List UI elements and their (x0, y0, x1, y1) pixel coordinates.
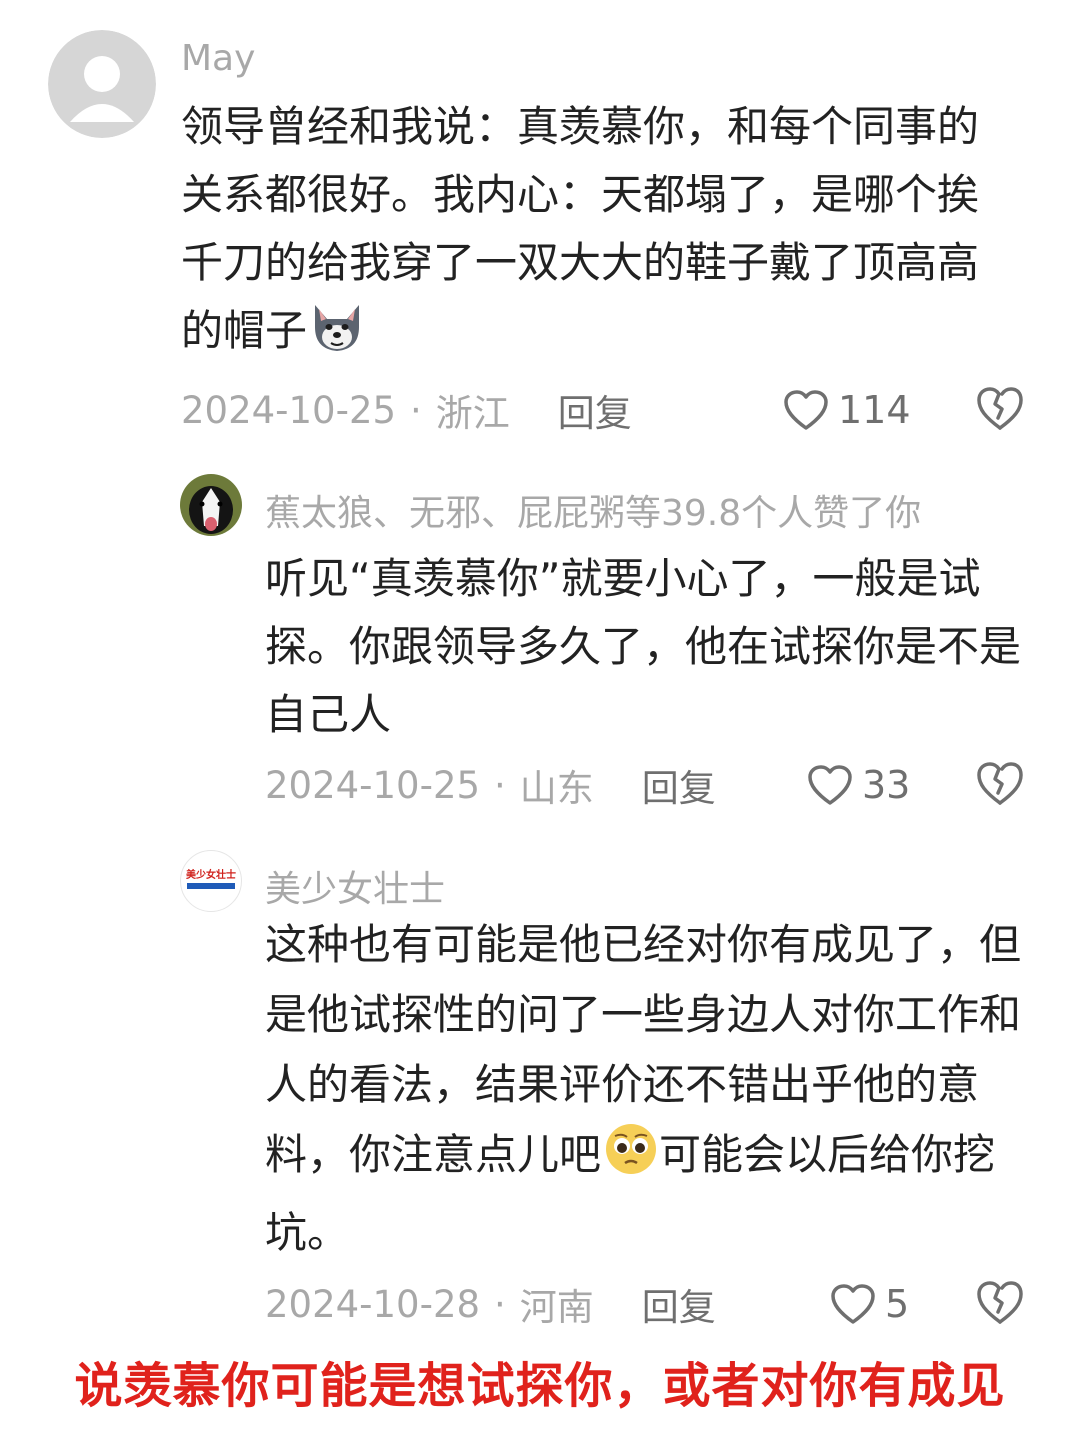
reply-button[interactable]: 回复 (642, 758, 716, 812)
comment-meta: 2024-10-28 · 河南 回复 (265, 1274, 716, 1334)
heart-icon (831, 1284, 875, 1324)
dislike-button[interactable] (975, 759, 1025, 809)
dislike-button[interactable] (975, 1278, 1025, 1328)
comment-location: 河南 (519, 1286, 594, 1329)
heart-icon (808, 765, 852, 805)
comment-text: 听见“真羡慕你”就要小心了，一般是试探。你跟领导多久了，他在试探你是不是自己人 (265, 554, 1022, 739)
pleading-face-emoji-icon (603, 1121, 659, 1198)
comment-text: 这种也有可能是他已经对你有成见了，但是他试探性的问了一些身边人对你工作和人的看法… (265, 910, 1035, 1268)
comment-location: 山东 (519, 767, 594, 810)
comment-meta: 2024-10-25 · 浙江 回复 (181, 380, 632, 440)
like-button[interactable]: 5 (829, 1274, 909, 1334)
comment-meta: 2024-10-25 · 山东 回复 (265, 755, 716, 815)
broken-heart-icon (977, 1281, 1023, 1324)
dislike-button[interactable] (975, 384, 1025, 434)
comment-location: 浙江 (435, 392, 510, 435)
like-count: 33 (862, 763, 911, 807)
avatar-badge[interactable]: 美少女壮士 (180, 850, 242, 912)
reply-button[interactable]: 回复 (642, 1277, 716, 1331)
meta-separator: · (494, 763, 506, 807)
comment-date: 2024-10-25 (181, 388, 397, 432)
broken-heart-icon (977, 762, 1023, 805)
comment-username[interactable]: May (181, 38, 255, 79)
comment-text: 领导曾经和我说：真羡慕你，和每个同事的关系都很好。我内心：天都塌了，是哪个挨千刀… (181, 93, 1001, 373)
avatar-badge-text: 美少女壮士 (186, 868, 236, 881)
comment-date: 2024-10-28 (265, 1282, 481, 1326)
like-button[interactable]: 114 (782, 380, 911, 440)
comment-username[interactable]: 蕉太狼、无邪、屁屁粥等39.8个人赞了你 (265, 484, 921, 536)
like-button[interactable]: 33 (806, 755, 910, 815)
like-count: 114 (838, 388, 911, 432)
meta-separator: · (410, 388, 422, 432)
like-count: 5 (885, 1282, 910, 1326)
summary-caption: 说羡慕你可能是想试探你，或者对你有成见 (74, 1358, 1006, 1414)
heart-icon (784, 390, 828, 430)
comment-text-body: 领导曾经和我说：真羡慕你，和每个同事的关系都很好。我内心：天都塌了，是哪个挨千刀… (181, 102, 980, 355)
broken-heart-icon (977, 387, 1023, 430)
wolf-emoji-icon (309, 301, 365, 373)
comment-username[interactable]: 美少女壮士 (265, 860, 445, 912)
meta-separator: · (494, 1282, 506, 1326)
comment-date: 2024-10-25 (265, 763, 481, 807)
avatar-default[interactable] (48, 30, 156, 138)
avatar-dog[interactable] (180, 474, 242, 536)
reply-button[interactable]: 回复 (558, 383, 632, 437)
